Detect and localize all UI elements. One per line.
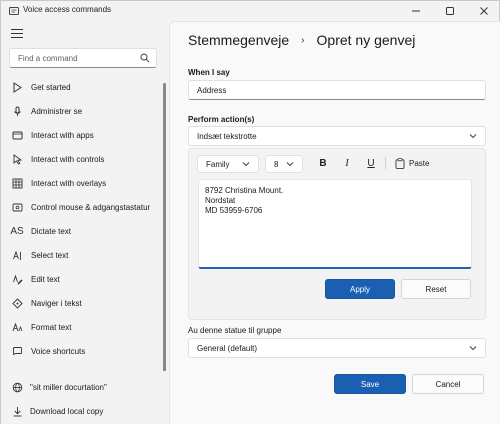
window-title: Voice access commands [23,5,112,14]
sidebar-item-naviger-tekst[interactable]: Naviger i tekst [1,291,163,315]
sidebar-scrollbar[interactable] [163,83,166,373]
sidebar-item-format-text[interactable]: Format text [1,315,163,339]
bold-button[interactable]: B [315,155,331,171]
sidebar-item-get-started[interactable]: Get started [1,75,163,99]
cursor-icon [11,153,23,165]
sidebar-item-interact-controls[interactable]: Interact with controls [1,147,163,171]
group-label: Au denne statue til gruppe [188,326,282,335]
sidebar-item-label: Voice shortcuts [31,346,86,356]
minimize-icon [412,10,420,12]
maximize-button[interactable] [433,1,467,21]
play-icon [11,81,23,93]
editor-line: MD 53959-6706 [205,206,263,215]
sidebar-item-edit-text[interactable]: Edit text [1,267,163,291]
voice-access-app-icon [9,7,19,15]
font-size-value: 8 [274,159,279,169]
group-value: General (default) [197,343,258,353]
sidebar-item-label: Select text [31,250,69,260]
sidebar-item-label: Naviger i tekst [31,298,82,308]
editor-line: 8792 Christina Mount. [205,186,284,195]
sidebar-item-label: Interact with apps [31,130,94,140]
toolbar-divider [385,157,386,169]
voice-shortcuts-icon [11,345,23,357]
dictate-icon: AS [10,225,24,237]
title-bar: Voice access commands [1,1,500,21]
underline-button[interactable]: U [363,155,379,171]
editor-line: Nordstat [205,196,236,205]
mouse-icon [11,201,23,213]
sidebar-item-voice-shortcuts[interactable]: Voice shortcuts [1,339,163,363]
chevron-down-icon [469,346,477,351]
sidebar-footer: "sit miller docurtation" Download local … [1,371,169,424]
perform-action-label: Perform action(s) [188,115,255,124]
sidebar-item-dictate-text[interactable]: AS Dictate text [1,219,163,243]
action-editor-card: Family 8 B I U Paste 8792 Christina Moun… [188,148,486,320]
search-input[interactable] [10,49,130,67]
sidebar-item-label: Interact with controls [31,154,105,164]
when-i-say-label: When I say [188,68,230,77]
minimize-button[interactable] [399,1,433,21]
sidebar: Get started Administrer se Interact with… [1,21,169,424]
voice-access-window: Voice access commands Get started [0,0,500,424]
close-button[interactable] [467,1,500,21]
breadcrumb-current: Opret ny genvej [316,32,416,48]
breadcrumb: Stemmegenveje › Opret ny genvej [188,32,415,48]
text-editor[interactable]: 8792 Christina Mount. Nordstat MD 53959-… [198,179,472,269]
apps-icon [11,129,23,141]
chevron-down-icon [242,162,250,167]
download-local-copy-link[interactable]: Download local copy [11,405,103,417]
save-button[interactable]: Save [334,374,406,394]
sidebar-item-label: Administrer se [31,106,83,116]
download-label: Download local copy [30,406,104,416]
apply-button[interactable]: Apply [325,279,395,299]
menu-icon[interactable] [11,29,23,39]
action-type-dropdown[interactable]: Indsæt tekstrotte [188,126,486,146]
command-category-list: Get started Administrer se Interact with… [1,75,163,363]
sidebar-item-label: Interact with overlays [31,178,107,188]
search-box [9,48,157,68]
font-size-dropdown[interactable]: 8 [265,155,303,173]
sidebar-item-select-text[interactable]: Select text [1,243,163,267]
edit-text-icon [11,273,23,285]
sidebar-item-control-mouse[interactable]: Control mouse & adgangstastatur [1,195,163,219]
navigate-icon [11,297,23,309]
sidebar-item-label: Format text [31,322,72,332]
action-type-value: Indsæt tekstrotte [197,131,257,141]
paste-label: Paste [409,158,430,168]
sidebar-item-label: Control mouse & adgangstastatur [31,202,151,212]
close-icon [480,7,488,15]
sidebar-item-label: Dictate text [31,226,72,236]
italic-button[interactable]: I [339,155,355,171]
font-family-dropdown[interactable]: Family [197,155,259,173]
breadcrumb-separator-icon: › [301,34,305,46]
format-text-icon [11,321,23,333]
maximize-icon [446,7,454,15]
search-icon[interactable] [140,53,150,63]
breadcrumb-parent[interactable]: Stemmegenveje [188,32,289,48]
microphone-icon [11,105,23,117]
globe-icon [11,381,23,393]
cancel-button[interactable]: Cancel [412,374,484,394]
sidebar-item-interact-apps[interactable]: Interact with apps [1,123,163,147]
group-dropdown[interactable]: General (default) [188,338,486,358]
reset-button[interactable]: Reset [401,279,471,299]
grid-icon [11,177,23,189]
sidebar-item-label: Edit text [31,274,60,284]
documentation-link[interactable]: "sit miller docurtation" [11,381,107,393]
clipboard-icon [395,157,405,169]
sidebar-item-interact-overlays[interactable]: Interact with overlays [1,171,163,195]
font-family-value: Family [206,159,230,169]
paste-button[interactable]: Paste [395,155,429,171]
download-icon [11,405,23,417]
chevron-down-icon [286,162,294,167]
chevron-down-icon [469,134,477,139]
select-text-icon [11,249,23,261]
sidebar-item-administrer[interactable]: Administrer se [1,99,163,123]
main-panel: Stemmegenveje › Opret ny genvej When I s… [169,21,500,424]
phrase-input[interactable]: Address [188,80,486,100]
documentation-label: "sit miller docurtation" [30,382,107,392]
sidebar-item-label: Get started [31,82,71,92]
